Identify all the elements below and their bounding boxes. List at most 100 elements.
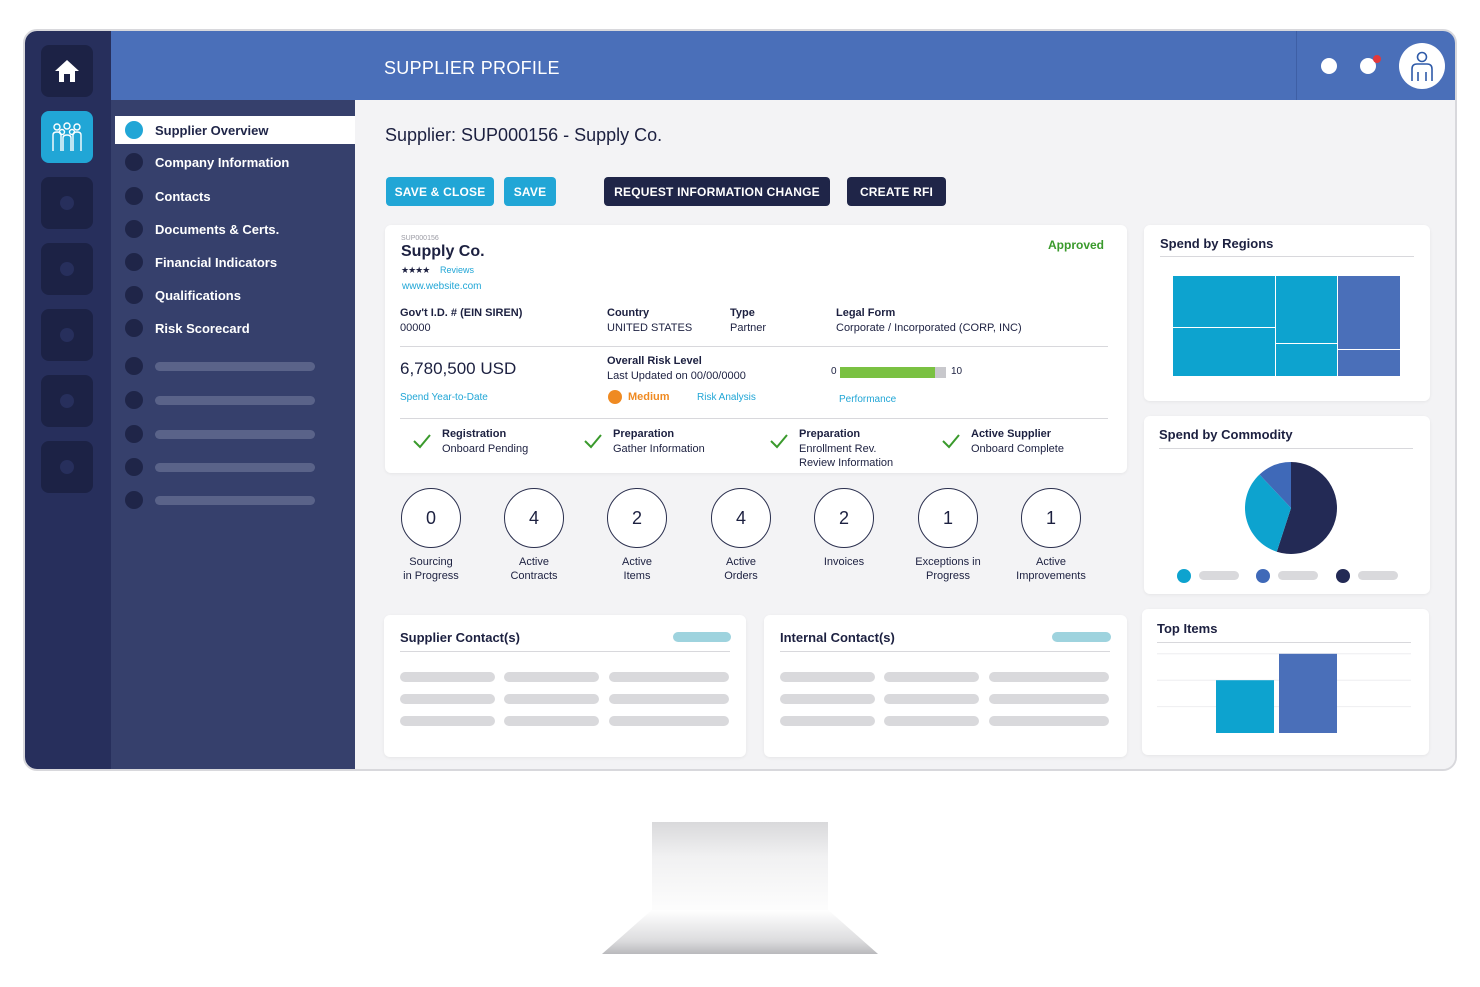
divider <box>1157 642 1411 643</box>
main-content: Supplier: SUP000156 - Supply Co. SAVE & … <box>355 100 1455 769</box>
stat-label-line: Active <box>1036 556 1066 568</box>
stat-label: Sourcing in Progress <box>381 555 481 583</box>
nav-bullet <box>125 391 143 409</box>
save-close-button[interactable]: SAVE & CLOSE <box>386 177 494 206</box>
nav-item-contacts[interactable]: Contacts <box>111 182 355 210</box>
nav-item-supplier-overview[interactable]: Supplier Overview <box>115 116 355 144</box>
placeholder-bar <box>780 716 875 726</box>
nav-bullet <box>125 220 143 238</box>
stat-label-line: Invoices <box>823 556 865 568</box>
monitor-stand-base <box>602 910 878 954</box>
nav-bullet <box>125 458 143 476</box>
spend-by-commodity-card: Spend by Commodity <box>1144 416 1430 594</box>
nav-item-documents[interactable]: Documents & Certs. <box>111 215 355 243</box>
placeholder-bar <box>1052 632 1111 642</box>
stat-circle-orders[interactable]: 4 <box>711 488 771 548</box>
stat-label-line: Orders <box>724 570 758 582</box>
nav-bullet <box>125 319 143 337</box>
check-icon <box>770 434 788 449</box>
risk-level: Medium <box>628 391 670 403</box>
field-value: UNITED STATES <box>607 322 693 334</box>
spend-link[interactable]: Spend Year-to-Date <box>400 392 488 403</box>
card-title: Spend by Commodity <box>1159 427 1293 442</box>
nav-placeholder-item[interactable] <box>111 457 355 477</box>
stat-circle-items[interactable]: 2 <box>607 488 667 548</box>
stat-label: Active Items <box>587 555 687 583</box>
stat-label: Active Improvements <box>1001 555 1101 583</box>
topbar-divider <box>1296 31 1297 100</box>
supplier-id: SUP000156 <box>401 235 439 242</box>
step-detail: Review Information <box>799 457 894 469</box>
rail-button-6[interactable] <box>41 375 93 427</box>
stat-circle-sourcing[interactable]: 0 <box>401 488 461 548</box>
top-items-card: Top Items <box>1142 609 1429 755</box>
placeholder-bar <box>780 672 875 682</box>
nav-item-label: Financial Indicators <box>155 254 278 270</box>
stat-label-line: Contracts <box>510 570 558 582</box>
nav-placeholder-item[interactable] <box>111 356 355 376</box>
nav-bullet <box>125 187 143 205</box>
monitor-stand-neck <box>652 822 828 922</box>
stat-circle-improvements[interactable]: 1 <box>1021 488 1081 548</box>
people-group-icon <box>52 122 82 151</box>
legend-swatch <box>1336 569 1350 583</box>
stat-circle-exceptions[interactable]: 1 <box>918 488 978 548</box>
nav-item-risk-scorecard[interactable]: Risk Scorecard <box>111 314 355 342</box>
rail-button-4[interactable] <box>41 243 93 295</box>
treemap-cell <box>1173 276 1275 327</box>
check-icon <box>413 434 431 449</box>
reviews-link[interactable]: Reviews <box>440 265 474 275</box>
risk-updated: Last Updated on 00/00/0000 <box>607 370 746 382</box>
avatar[interactable] <box>1399 43 1445 89</box>
stat-label: Exceptions in Progress <box>898 555 998 583</box>
rail-button-7[interactable] <box>41 441 93 493</box>
performance-max: 10 <box>951 366 963 377</box>
home-icon <box>55 60 79 82</box>
risk-analysis-link[interactable]: Risk Analysis <box>697 392 756 403</box>
home-button[interactable] <box>41 45 93 97</box>
stat-circle-contracts[interactable]: 4 <box>504 488 564 548</box>
nav-item-label: Supplier Overview <box>155 122 269 138</box>
website-link[interactable]: www.website.com <box>402 281 481 292</box>
legend-swatch <box>1177 569 1191 583</box>
stat-circle-invoices[interactable]: 2 <box>814 488 874 548</box>
nav-item-financial-indicators[interactable]: Financial Indicators <box>111 248 355 276</box>
placeholder-bar <box>780 694 875 704</box>
suppliers-button[interactable] <box>41 111 93 163</box>
treemap-cell <box>1173 328 1275 376</box>
rail-button-5[interactable] <box>41 309 93 361</box>
notification-icon[interactable] <box>1321 58 1337 74</box>
create-rfi-button[interactable]: CREATE RFI <box>847 177 946 206</box>
nav-placeholder-item[interactable] <box>111 424 355 444</box>
risk-title: Overall Risk Level <box>607 355 702 367</box>
step-detail: Onboard Pending <box>442 443 529 455</box>
placeholder-bar <box>884 716 979 726</box>
stat-label-line: Improvements <box>1016 570 1086 582</box>
nav-item-label: Documents & Certs. <box>155 221 280 237</box>
nav-placeholder-item[interactable] <box>111 390 355 410</box>
risk-indicator-icon <box>608 390 622 404</box>
card-title: Top Items <box>1157 621 1218 636</box>
performance-min: 0 <box>831 366 837 377</box>
rail-button-3[interactable] <box>41 177 93 229</box>
divider <box>400 346 1108 347</box>
placeholder-bar <box>155 429 315 439</box>
performance-link[interactable]: Performance <box>839 394 896 405</box>
request-change-button[interactable]: REQUEST INFORMATION CHANGE <box>604 177 830 206</box>
placeholder-bar <box>155 395 315 405</box>
alert-badge <box>1373 55 1381 63</box>
nav-item-qualifications[interactable]: Qualifications <box>111 281 355 309</box>
placeholder-bar <box>504 716 599 726</box>
field-label: Country <box>607 307 650 319</box>
save-button[interactable]: SAVE <box>504 177 556 206</box>
placeholder-bar <box>989 694 1109 704</box>
nav-item-company-information[interactable]: Company Information <box>111 148 355 176</box>
placeholder-icon <box>60 262 74 276</box>
step-detail: Onboard Complete <box>971 443 1064 455</box>
spend-by-regions-card: Spend by Regions <box>1144 225 1430 401</box>
spend-value: 6,780,500 USD <box>400 359 517 378</box>
nav-placeholder-item[interactable] <box>111 490 355 510</box>
supplier-profile-card: SUP000156 Supply Co. ★★★★ Reviews www.we… <box>385 225 1127 473</box>
placeholder-bar <box>989 672 1109 682</box>
divider <box>400 418 1108 419</box>
